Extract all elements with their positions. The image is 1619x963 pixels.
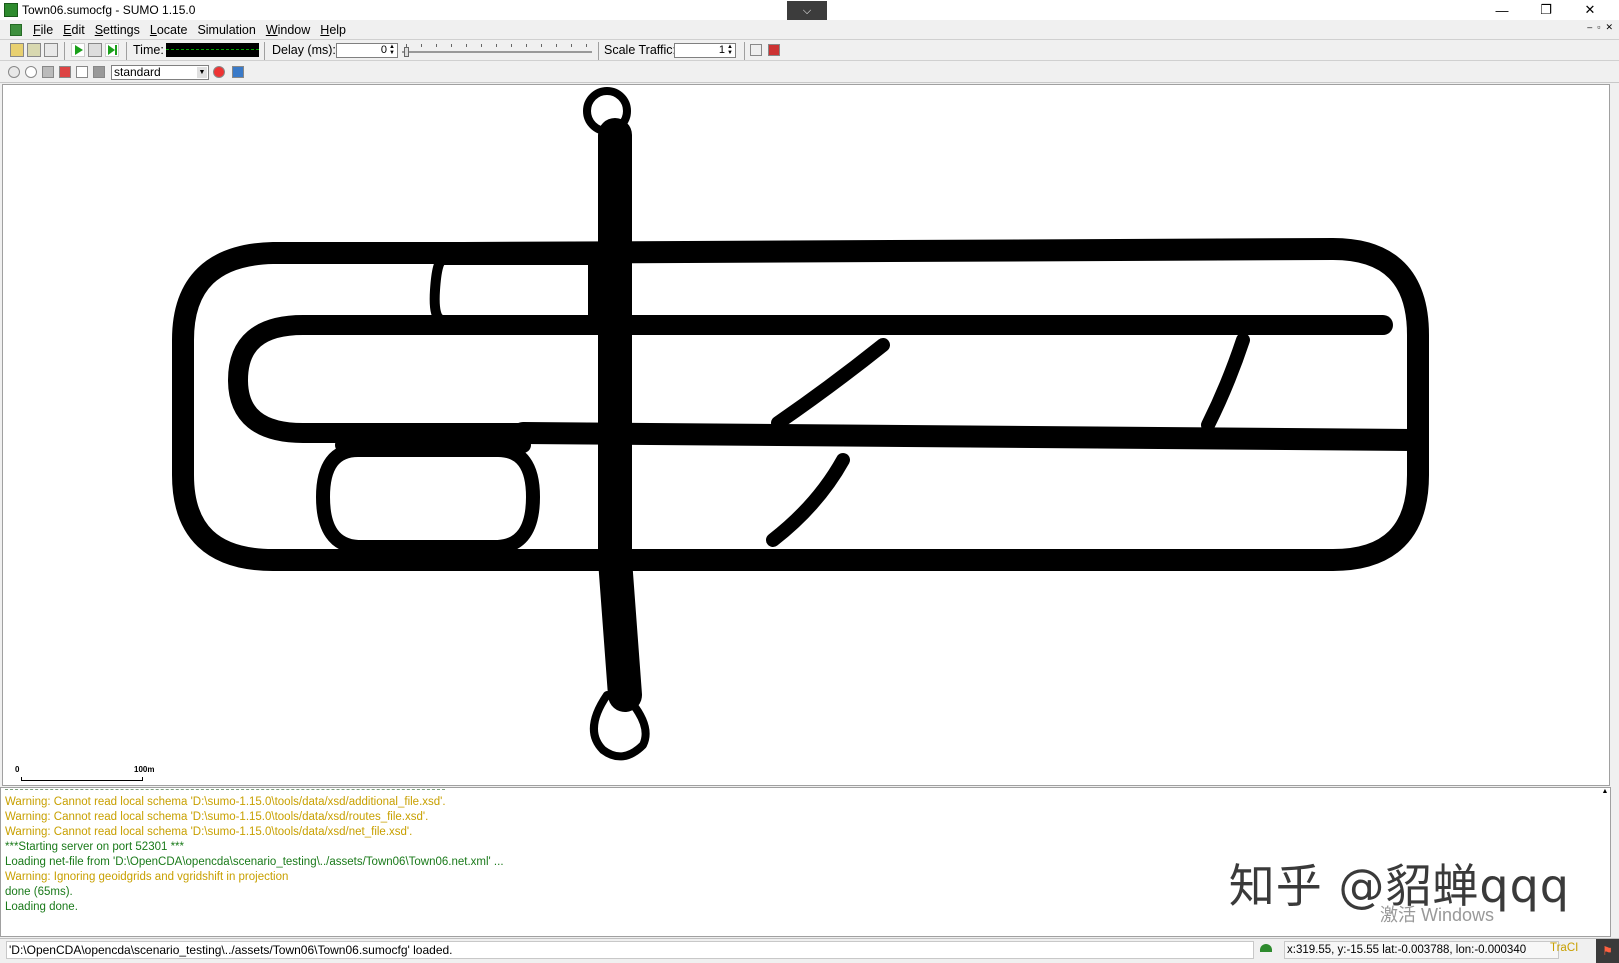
delay-slider[interactable] [402,43,592,59]
log-line: Warning: Cannot read local schema 'D:\su… [5,811,429,823]
mdi-close-button[interactable]: ✕ [1605,22,1613,33]
menu-locate[interactable]: Locate [145,23,193,37]
reload-icon[interactable] [44,43,58,57]
flag-icon[interactable]: ⚑ [1596,939,1619,963]
slider-tick [541,44,542,47]
screenshot-icon[interactable] [232,66,244,78]
play-icon[interactable] [71,43,85,57]
slider-tick [436,44,437,47]
menu-settings[interactable]: Settings [90,23,145,37]
locate-vehicle-icon[interactable] [59,66,71,78]
recenter-icon[interactable] [8,66,20,78]
vertical-road [598,118,642,712]
status-message: 'D:\OpenCDA\opencda\scenario_testing\../… [6,941,1254,959]
view-toolbar: standard ▼ [0,62,1619,83]
slider-tick [511,44,512,47]
log-line: ***Starting server on port 52301 *** [5,841,184,853]
stop-icon[interactable] [88,43,102,57]
new-view-icon[interactable] [750,44,762,56]
right-diagonal [1201,333,1250,432]
time-display [166,43,259,57]
delay-slider-knob[interactable] [404,47,409,57]
log-line: Warning: Cannot read local schema 'D:\su… [5,826,413,838]
chevron-down-icon[interactable]: ▼ [197,67,207,78]
diagonal-connector-upper [771,338,890,430]
slider-tick [451,44,452,47]
open-folder-icon[interactable] [10,43,24,57]
diagonal-connector-lower [766,453,850,547]
status-bar: 'D:\OpenCDA\opencda\scenario_testing\../… [0,938,1619,963]
log-line: Warning: Ignoring geoidgrids and vgridsh… [5,871,289,883]
menu-window[interactable]: Window [261,23,315,37]
close-button[interactable]: ✕ [1568,0,1612,20]
minimize-button[interactable]: — [1480,0,1524,20]
locate-icon[interactable] [42,66,54,78]
scroll-up-button[interactable]: ▲ [1600,788,1610,798]
mdi-controls: – ▫ ✕ [1587,22,1613,33]
scale-traffic-input[interactable]: 1 ▲ ▼ [674,43,736,58]
cursor-coordinates: x:319.55, y:-15.55 lat:-0.003788, lon:-0… [1284,941,1559,959]
log-line: done (65ms). [5,886,73,898]
color-wheel-icon[interactable] [213,66,225,78]
zoom-icon[interactable] [25,66,37,78]
sumo-app-icon [4,3,18,17]
title-bar: Town06.sumocfg - SUMO 1.15.0 ⌵ — ❐ ✕ [0,0,1619,21]
message-log[interactable]: Warning: Cannot read local schema 'D:\su… [0,787,1611,937]
slider-tick [406,44,407,47]
document-icon [10,23,22,36]
delay-label: Delay (ms): [272,43,336,57]
middle-road [512,422,1424,451]
scale-zero-label: 0 [15,765,20,774]
slider-tick [586,44,587,47]
menu-simulation[interactable]: Simulation [192,23,260,37]
mdi-minimize-button[interactable]: – [1587,22,1592,33]
window-title: Town06.sumocfg - SUMO 1.15.0 [22,3,196,17]
geo-coordinate-icon [1260,944,1272,952]
top-left-block [429,255,598,325]
scale-traffic-label: Scale Traffic: [604,43,677,57]
slider-tick [421,44,422,47]
editor-icon[interactable] [93,66,105,78]
menu-help[interactable]: Help [315,23,351,37]
time-label: Time: [133,43,164,57]
new-3d-view-icon[interactable] [768,44,780,56]
slider-tick [466,44,467,47]
menu-bar: File Edit Settings Locate Simulation Win… [0,20,1619,39]
activate-windows-text: 激活 Windows [1379,905,1494,925]
slider-tick [496,44,497,47]
log-line: Warning: Cannot read local schema 'D:\su… [5,796,446,808]
sumo-gui-window: Town06.sumocfg - SUMO 1.15.0 ⌵ — ❐ ✕ Fil… [0,0,1619,963]
collapse-button[interactable]: ⌵ [787,1,827,21]
log-line: Loading done. [5,901,78,913]
network-canvas[interactable]: 0 100m [2,84,1610,786]
menu-edit[interactable]: Edit [58,23,90,37]
left-lower-block [316,443,540,554]
log-line: Loading net-file from 'D:\OpenCDA\opencd… [5,856,504,868]
open-network-icon[interactable] [27,43,41,57]
delay-input[interactable]: 0 ▲ ▼ [336,43,398,58]
slider-tick [571,44,572,47]
simulation-toolbar: Time: Delay (ms): 0 ▲ ▼ Scale Traffic: 1 … [0,39,1619,61]
scale-traffic-spinner[interactable]: ▲ ▼ [726,44,734,57]
road-network [172,87,1429,761]
slider-tick [556,44,557,47]
slider-tick [526,44,527,47]
menu-file[interactable]: File [28,23,58,37]
step-icon[interactable] [105,43,119,57]
tooltip-icon[interactable] [76,66,88,78]
restore-button[interactable]: ❐ [1524,0,1568,20]
inner-loop-road [228,315,618,443]
delay-spinner[interactable]: ▲ ▼ [388,44,396,57]
slider-tick [481,44,482,47]
scale-bar: 0 100m [15,765,154,785]
color-scheme-select[interactable]: standard ▼ [111,65,209,80]
scale-length-label: 100m [134,765,155,774]
mdi-restore-button[interactable]: ▫ [1597,22,1600,33]
traci-indicator: TraCI [1550,942,1579,954]
